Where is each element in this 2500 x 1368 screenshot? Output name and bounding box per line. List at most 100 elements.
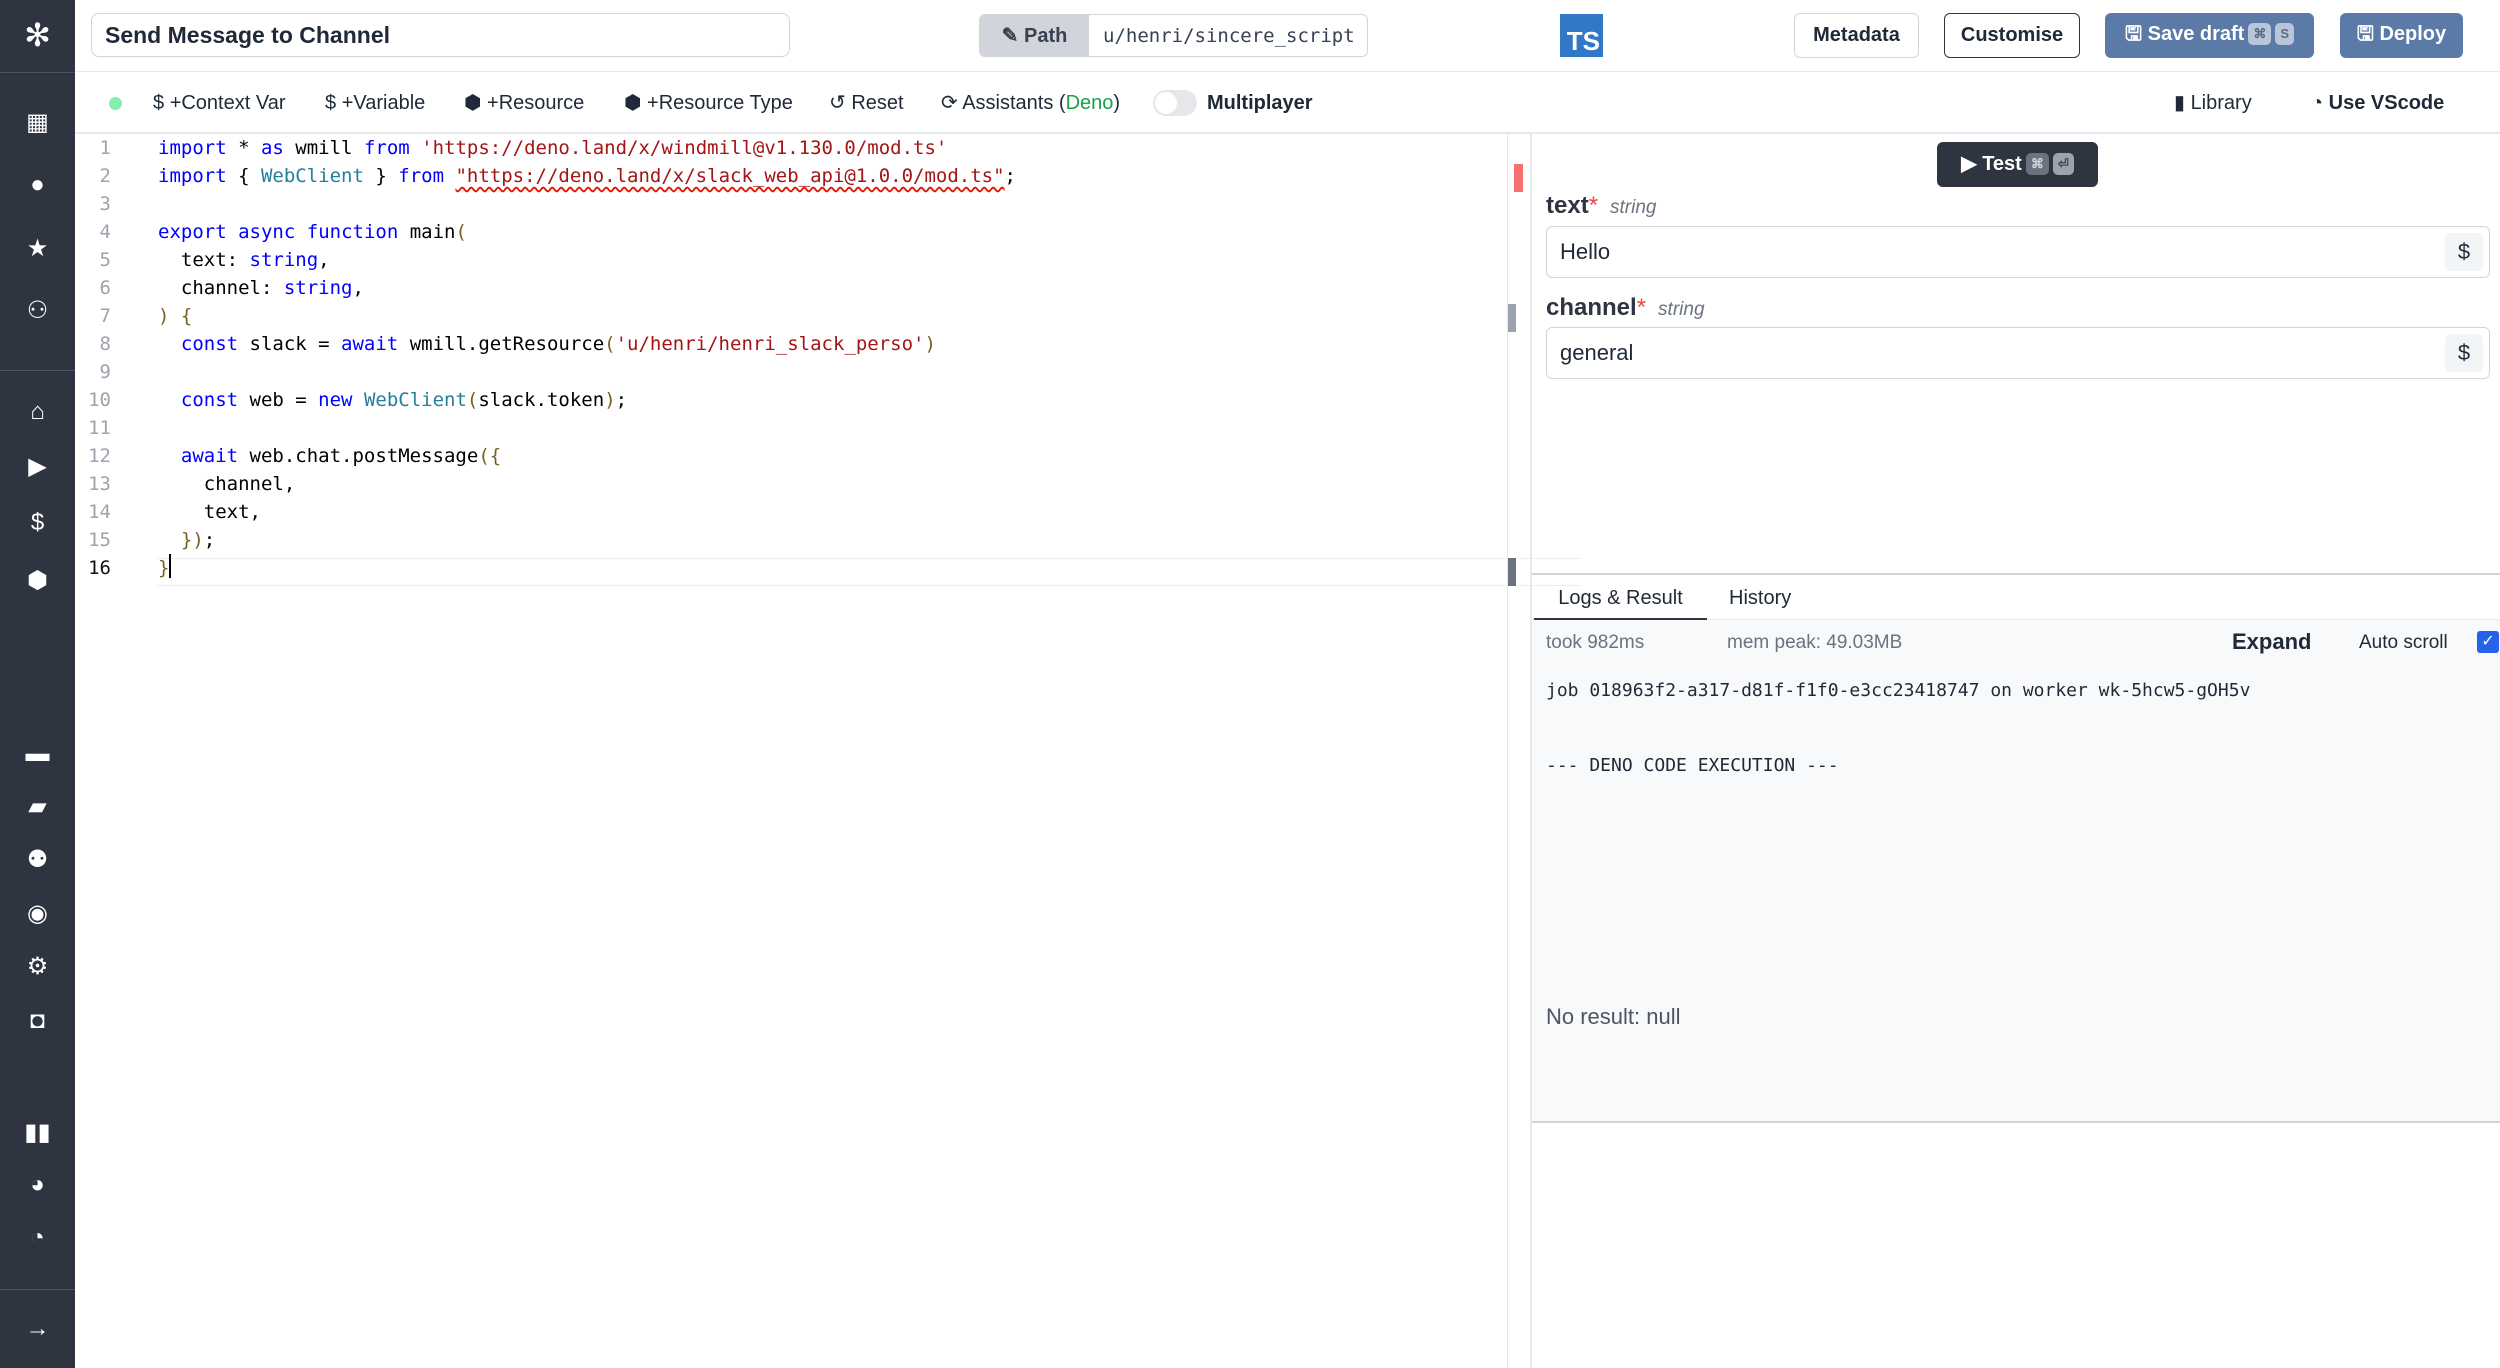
tab-logs-result[interactable]: Logs & Result [1534, 575, 1707, 621]
code-token: } [363, 165, 399, 187]
channel-arg-input[interactable]: general $ [1546, 327, 2490, 379]
input-value: general [1560, 340, 1634, 365]
code-line[interactable]: }); [158, 526, 215, 554]
arrow-right-icon[interactable]: → [0, 1314, 75, 1344]
code-token: web.chat.postMessage [238, 445, 479, 467]
use-vscode-button[interactable]: ◔ Use VScode [2311, 72, 2444, 134]
code-token: wmill [283, 137, 364, 159]
save-icon: 🖫 [2356, 23, 2380, 45]
line-number: 6 [99, 277, 111, 299]
arg-label-text: text* string [1546, 192, 1657, 219]
code-line[interactable]: channel: string, [158, 274, 364, 302]
code-token: as [260, 137, 284, 159]
editor-scrollbar[interactable] [1507, 134, 1528, 1368]
code-line[interactable]: const slack = await wmill.getResource('u… [158, 330, 936, 358]
code-token: , [318, 249, 330, 271]
path-field[interactable]: ✎ Path u/henri/sincere_script [979, 14, 1368, 57]
code-line[interactable]: import * as wmill from 'https://deno.lan… [158, 134, 947, 162]
code-token: await [180, 445, 239, 467]
tab-history[interactable]: History [1729, 575, 1791, 621]
library-button[interactable]: ▮ Library [2174, 72, 2252, 134]
line-number: 5 [99, 249, 111, 271]
auto-scroll-checkbox[interactable]: ✓ [2477, 631, 2499, 653]
text-arg-input[interactable]: Hello $ [1546, 226, 2490, 278]
code-token: WebClient [260, 165, 364, 187]
code-line[interactable]: ) { [158, 302, 192, 330]
dollar-icon[interactable]: $ [0, 508, 75, 538]
star-icon[interactable]: ★ [0, 234, 75, 264]
expand-button[interactable]: Expand [2232, 629, 2311, 655]
building-icon[interactable]: ▦ [0, 108, 75, 138]
code-token: } [158, 557, 170, 579]
label: +Context Var [169, 92, 286, 114]
line-number: 3 [99, 193, 111, 215]
code-token: slack.token [478, 389, 605, 411]
scroll-thumb[interactable] [1508, 304, 1516, 332]
pencil-icon: ✎ [1001, 25, 1024, 47]
cubes-icon[interactable]: ⬢ [0, 566, 75, 596]
user-icon[interactable]: ● [0, 170, 75, 200]
assistants-button[interactable]: ⟳ Assistants (Deno) [941, 72, 1120, 134]
code-token: ) [158, 305, 170, 327]
code-token: import [158, 165, 227, 187]
calendar-icon[interactable]: ▬ [0, 739, 75, 769]
code-line[interactable]: const web = new WebClient(slack.token); [158, 386, 627, 414]
add-resource-button[interactable]: ⬢ +Resource [464, 72, 584, 134]
code-token: text: [158, 249, 250, 271]
current-line-highlight [156, 558, 1581, 586]
code-line[interactable]: import { WebClient } from "https://deno.… [158, 162, 1016, 190]
code-line[interactable]: text, [158, 498, 261, 526]
sidebar-divider [0, 72, 75, 73]
insert-variable-button[interactable]: $ [2445, 334, 2483, 372]
code-token: ; [203, 529, 216, 551]
save-draft-button[interactable]: 🖫 Save draft ⌘ S [2105, 13, 2314, 58]
path-value[interactable]: u/henri/sincere_script [1089, 15, 1367, 56]
play-icon[interactable]: ▶ [0, 452, 75, 482]
kbd-cmd: ⌘ [2025, 153, 2049, 175]
home-icon[interactable]: ⌂ [0, 397, 75, 427]
code-line[interactable]: channel, [158, 470, 296, 498]
code-token: const [180, 389, 239, 411]
code-token: channel, [158, 473, 296, 495]
code-line[interactable]: await web.chat.postMessage({ [158, 442, 501, 470]
code-editor[interactable]: 1 import * as wmill from 'https://deno.la… [75, 134, 1581, 1368]
reset-button[interactable]: ↺ Reset [829, 72, 904, 134]
metadata-button[interactable]: Metadata [1794, 13, 1919, 58]
gear-icon[interactable]: ⚙ [0, 952, 75, 982]
code-line[interactable]: export async function main( [158, 218, 467, 246]
kbd-cmd: ⌘ [2248, 23, 2272, 45]
label: Assistants ( [962, 92, 1066, 114]
add-context-var-button[interactable]: $ +Context Var [153, 72, 286, 134]
code-token: const [180, 333, 239, 355]
users-icon[interactable]: ⚇ [0, 296, 75, 326]
discord-icon[interactable]: ◕ [0, 1170, 75, 1200]
header: Send Message to Channel ✎ Path u/henri/s… [75, 0, 2500, 72]
robot-icon[interactable]: ◘ [0, 1006, 75, 1036]
test-button[interactable]: ▶ Test ⌘ ⏎ [1937, 142, 2098, 187]
kbd-s: S [2275, 23, 2294, 45]
code-token: web = [238, 389, 319, 411]
path-label[interactable]: ✎ Path [980, 15, 1089, 56]
add-resource-type-button[interactable]: ⬢ +Resource Type [624, 72, 793, 134]
dollar-icon: $ [325, 92, 342, 114]
book-icon[interactable]: ▮▮ [0, 1118, 75, 1148]
line-number: 13 [88, 473, 111, 495]
groups-icon[interactable]: ⚉ [0, 845, 75, 875]
folder-icon[interactable]: ▰ [0, 792, 75, 822]
line-number: 9 [99, 361, 111, 383]
code-line[interactable]: } [158, 554, 172, 582]
github-icon[interactable]: ◔ [0, 1223, 75, 1253]
customise-button[interactable]: Customise [1944, 13, 2080, 58]
eye-icon[interactable]: ◉ [0, 899, 75, 929]
add-variable-button[interactable]: $ +Variable [325, 72, 425, 134]
script-title-input[interactable]: Send Message to Channel [91, 13, 790, 57]
insert-variable-button[interactable]: $ [2445, 233, 2483, 271]
code-line[interactable]: text: string, [158, 246, 330, 274]
code-token: text, [158, 501, 261, 523]
deploy-button[interactable]: 🖫 Deploy [2340, 13, 2463, 58]
multiplayer-toggle[interactable] [1153, 90, 1197, 116]
refresh-icon: ⟳ [941, 92, 963, 114]
